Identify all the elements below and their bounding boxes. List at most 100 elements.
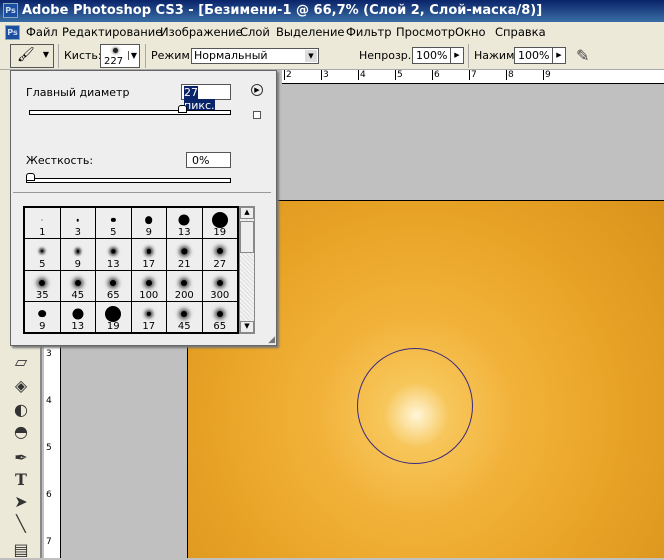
brush-preset[interactable]: 13: [96, 239, 131, 270]
airbrush-icon[interactable]: ✎: [576, 46, 589, 65]
menu-window[interactable]: Окно: [455, 22, 486, 42]
brush-preset[interactable]: 200: [167, 270, 202, 301]
brush-preset[interactable]: 5: [96, 208, 131, 239]
ruler-horizontal: 2 3 4 5 6 7 8 9: [282, 70, 664, 84]
chevron-down-icon: ▼: [42, 50, 49, 59]
preset-scrollbar[interactable]: ▲ ▼: [239, 206, 255, 334]
mode-select[interactable]: Нормальный ▼: [191, 48, 319, 64]
hardness-label: Жесткость:: [26, 154, 94, 167]
brush-preset[interactable]: 3: [60, 208, 95, 239]
opacity-label: Непрозр.:: [359, 49, 415, 62]
path-selection-tool-icon[interactable]: ➤: [10, 492, 32, 512]
app-menu-icon[interactable]: Ps: [5, 25, 20, 40]
brush-tip-icon: [181, 248, 187, 254]
scroll-up-icon[interactable]: ▲: [240, 207, 254, 219]
ruler-label: 4: [358, 70, 366, 80]
flow-input[interactable]: 100% ▶: [514, 47, 566, 64]
brush-preset[interactable]: 45: [60, 270, 95, 301]
brush-size-label: 1: [39, 227, 46, 239]
brush-size-label: 19: [213, 227, 227, 239]
brush-tip-icon: [181, 279, 188, 286]
brush-preset[interactable]: 27: [202, 239, 237, 270]
diameter-input[interactable]: 27 пикс.: [181, 84, 231, 112]
brush-tip-icon: [216, 248, 223, 255]
brush-size-label: 17: [142, 258, 156, 270]
brush-tip-icon: [41, 219, 43, 221]
brush-picker[interactable]: 227 ▼: [100, 44, 140, 68]
menu-filter[interactable]: Фильтр: [346, 22, 392, 42]
ruler-label: 5: [46, 443, 52, 453]
paint-bucket-tool-icon[interactable]: ◈: [10, 376, 32, 396]
brush-size-label: 13: [71, 321, 85, 332]
brush-tip-icon: [211, 212, 228, 228]
menu-edit[interactable]: Редактирование: [62, 22, 162, 42]
brush-preset[interactable]: 65: [96, 270, 131, 301]
brush-label: Кисть:: [64, 49, 102, 62]
menu-layer[interactable]: Слой: [240, 22, 270, 42]
menu-file[interactable]: Файл: [26, 22, 58, 42]
brush-size-label: 9: [39, 321, 46, 332]
brush-preset[interactable]: 21: [167, 239, 202, 270]
brush-preset[interactable]: 35: [25, 270, 60, 301]
scroll-down-icon[interactable]: ▼: [240, 321, 254, 333]
brush-size-label: 45: [71, 289, 85, 301]
brush-tip-icon: [38, 309, 47, 318]
flow-arrow-icon[interactable]: ▶: [552, 48, 565, 63]
menu-help[interactable]: Справка: [495, 22, 546, 42]
brush-preset[interactable]: 9: [131, 208, 166, 239]
brush-preset[interactable]: 5: [25, 239, 60, 270]
resize-grip-icon[interactable]: ◢: [268, 335, 275, 345]
type-tool-icon[interactable]: T: [10, 470, 32, 490]
dodge-tool-icon[interactable]: ◓: [10, 422, 32, 442]
opacity-arrow-icon[interactable]: ▶: [450, 48, 463, 63]
brush-preset[interactable]: 19: [96, 301, 131, 332]
brush-size-label: 19: [106, 321, 120, 332]
brush-tip-icon: [41, 250, 44, 253]
brush-preset[interactable]: 17: [131, 239, 166, 270]
tool-preset-picker[interactable]: 🖌 ▼: [10, 44, 54, 68]
ruler-label: 2: [284, 70, 292, 80]
brush-preset[interactable]: 65: [202, 301, 237, 332]
divider: [13, 192, 271, 193]
brush-preset[interactable]: 13: [60, 301, 95, 332]
brush-tip-icon: [144, 216, 153, 224]
ruler-label: 3: [46, 349, 52, 359]
save-preset-icon[interactable]: [253, 111, 261, 119]
brush-size-label: 300: [210, 289, 230, 301]
brush-tip-icon: [111, 249, 115, 253]
brush-preview-icon: [113, 48, 118, 53]
line-tool-icon[interactable]: ╲: [10, 514, 32, 534]
ruler-label: 8: [506, 70, 514, 80]
diameter-slider[interactable]: [29, 110, 231, 115]
brush-tool-icon: 🖌: [17, 47, 35, 63]
brush-preset[interactable]: 17: [131, 301, 166, 332]
menu-select[interactable]: Выделение: [276, 22, 345, 42]
menu-bar: Ps Файл Редактирование Изображение Слой …: [0, 22, 664, 42]
options-bar: 🖌 ▼ Кисть: 227 ▼ Режим: Нормальный ▼ Непроз…: [0, 42, 664, 70]
hardness-slider[interactable]: [26, 178, 231, 183]
brush-preset[interactable]: 9: [25, 301, 60, 332]
blur-tool-icon[interactable]: ◐: [10, 400, 32, 420]
panel-menu-icon[interactable]: ▶: [251, 84, 263, 96]
brush-preset[interactable]: 300: [202, 270, 237, 301]
brush-preset[interactable]: 9: [60, 239, 95, 270]
menu-image[interactable]: Изображение: [160, 22, 243, 42]
brush-preset[interactable]: 100: [131, 270, 166, 301]
brush-size: 227: [104, 56, 124, 67]
brush-size-label: 200: [174, 289, 194, 301]
scroll-thumb[interactable]: [240, 221, 254, 253]
hardness-slider-thumb[interactable]: [26, 173, 35, 181]
notes-tool-icon[interactable]: ▤: [10, 540, 32, 560]
brush-tip-icon: [72, 308, 84, 320]
brush-preset[interactable]: 13: [167, 208, 202, 239]
opacity-input[interactable]: 100% ▶: [412, 47, 464, 64]
eraser-tool-icon[interactable]: ▱: [10, 352, 32, 372]
brush-size-label: 27: [213, 258, 227, 270]
hardness-input[interactable]: 0%: [186, 152, 231, 168]
brush-preset[interactable]: 19: [202, 208, 237, 239]
brush-preset[interactable]: 45: [167, 301, 202, 332]
pen-tool-icon[interactable]: ✒: [10, 448, 32, 468]
brush-preset[interactable]: 1: [25, 208, 60, 239]
menu-view[interactable]: Просмотр: [396, 22, 455, 42]
diameter-slider-thumb[interactable]: [177, 105, 187, 113]
